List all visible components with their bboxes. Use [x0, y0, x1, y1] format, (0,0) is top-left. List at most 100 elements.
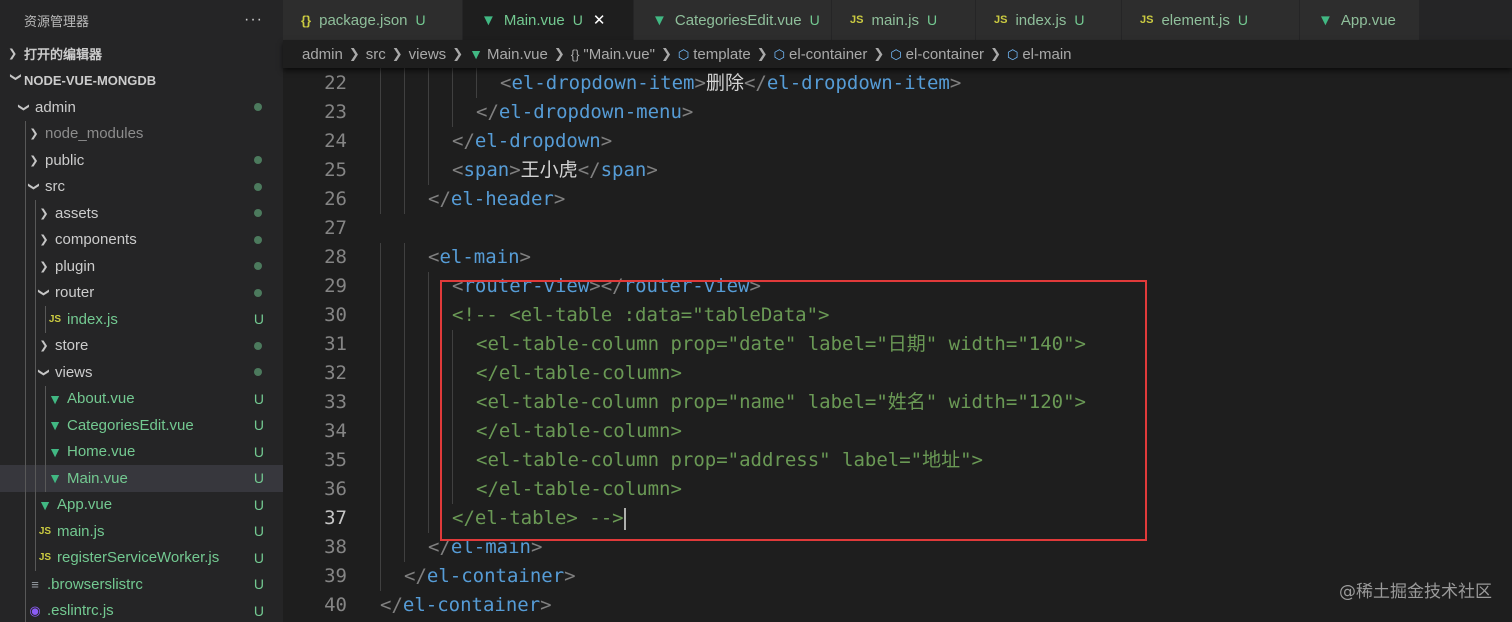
json-file-icon: {}: [301, 12, 312, 28]
js-file-icon: JS: [850, 14, 864, 26]
line-number: 38: [324, 536, 347, 558]
tab-label: element.js: [1161, 11, 1230, 29]
indent-guide: [380, 330, 381, 359]
breadcrumb-item[interactable]: ⬡ el-container: [774, 46, 868, 63]
indent-guide: [25, 438, 26, 465]
tab-app-vue[interactable]: ▼ App.vue: [1300, 0, 1420, 40]
code-token: >: [519, 246, 531, 268]
annotation-box: [440, 280, 1147, 541]
open-editors-section[interactable]: ❯ 打开的编辑器: [0, 40, 283, 67]
code-line: 28 <el-main>: [283, 243, 1512, 272]
breadcrumb-item[interactable]: ⬡ el-container: [890, 46, 984, 63]
symbol-icon: ⬡: [1006, 46, 1019, 62]
breadcrumb-item[interactable]: views: [409, 46, 447, 63]
symbol-icon: ⬡: [677, 46, 690, 62]
tab-element-js[interactable]: JS element.js U: [1122, 0, 1300, 40]
breadcrumb-item[interactable]: admin: [302, 46, 343, 63]
breadcrumb-item[interactable]: ⬡ el-main: [1007, 46, 1072, 63]
modified-dot: [254, 262, 262, 271]
tree-folder[interactable]: ❯ store: [0, 332, 283, 359]
code-token: span: [600, 159, 647, 181]
modified-dot: [254, 103, 262, 112]
code-line: 40 </el-container>: [283, 591, 1512, 620]
untracked-badge: U: [253, 311, 264, 328]
close-icon[interactable]: ✕: [593, 11, 606, 29]
indent-guide: [25, 332, 26, 359]
code-token: <: [452, 159, 464, 181]
breadcrumb-item[interactable]: src: [366, 46, 386, 63]
line-number: 34: [324, 420, 347, 442]
indent-guide: [35, 332, 36, 359]
tree-file[interactable]: JS index.js U: [0, 306, 283, 333]
breadcrumb-item[interactable]: {} "Main.vue": [571, 46, 655, 63]
tree-file[interactable]: JS registerServiceWorker.js U: [0, 544, 283, 571]
tab-index-js[interactable]: JS index.js U: [976, 0, 1122, 40]
project-section[interactable]: ❯ NODE-VUE-MONGDB: [0, 67, 283, 94]
js-file-icon: JS: [1140, 14, 1154, 26]
indent-guide: [404, 359, 405, 388]
tab-package-json[interactable]: {} package.json U: [283, 0, 463, 40]
vue-file-icon: ▼: [481, 11, 496, 29]
breadcrumb-item[interactable]: ⬡ template: [678, 46, 751, 63]
indent-guide: [428, 272, 429, 301]
tree-folder[interactable]: ❯ public: [0, 147, 283, 174]
tree-file[interactable]: ▼ CategoriesEdit.vue U: [0, 412, 283, 439]
indent-guide: [35, 200, 36, 227]
indent-guide: [45, 438, 46, 465]
tree-file[interactable]: ≡ .browserslistrc U: [0, 571, 283, 598]
modified-dot: [254, 182, 262, 191]
modified-dot: [254, 341, 262, 350]
indent-guide: [452, 69, 453, 98]
untracked-badge: U: [253, 576, 264, 593]
chevron-right-icon: ❯: [452, 46, 464, 61]
code-editor[interactable]: 21<el-dropdown-item>新增</el-dropdown-item…: [283, 49, 1512, 622]
tree-item-label: index.js: [67, 310, 118, 328]
code-token: el-dropdown: [474, 130, 601, 152]
indent-guide: [428, 359, 429, 388]
breadcrumb-label: Main.vue: [486, 45, 548, 63]
tree-folder[interactable]: ❯ components: [0, 226, 283, 253]
tree-item-label: .eslintrc.js: [47, 602, 114, 620]
tree-folder[interactable]: ❯ assets: [0, 200, 283, 227]
tree-item-label: App.vue: [57, 496, 113, 514]
tree-folder[interactable]: ❯ views: [0, 359, 283, 386]
indent-guide: [404, 272, 405, 301]
watermark: @稀土掘金技术社区: [1339, 582, 1492, 602]
tree-folder[interactable]: ❯ admin: [0, 94, 283, 121]
line-number: 23: [324, 101, 347, 123]
indent-guide: [35, 518, 36, 545]
line-number: 29: [324, 275, 347, 297]
tab-categoriesedit-vue[interactable]: ▼ CategoriesEdit.vue U: [634, 0, 832, 40]
more-actions-icon[interactable]: ···: [244, 11, 263, 29]
tab-label: index.js: [1015, 11, 1067, 29]
tab-main-vue[interactable]: ▼ Main.vue U ✕: [463, 0, 634, 40]
breadcrumb-item[interactable]: ▼ Main.vue: [469, 46, 548, 63]
code-token: >: [646, 159, 658, 181]
tree-item-label: CategoriesEdit.vue: [67, 416, 194, 434]
tree-folder[interactable]: ❯ plugin: [0, 253, 283, 280]
tree-file[interactable]: ▼ Home.vue U: [0, 438, 283, 465]
indent-guide: [380, 185, 381, 214]
indent-guide: [380, 446, 381, 475]
untracked-badge: U: [253, 549, 264, 566]
tree-folder[interactable]: ❯ src: [0, 173, 283, 200]
tree-file[interactable]: JS main.js U: [0, 518, 283, 545]
indent-guide: [428, 156, 429, 185]
chevron-down-icon: ❯: [37, 288, 50, 298]
line-number: 36: [324, 478, 347, 500]
tree-file[interactable]: ◉ .eslintrc.js U: [0, 597, 283, 622]
code-text: <el-dropdown-item>删除</el-dropdown-item>: [500, 69, 961, 98]
tree-file[interactable]: ▼ Main.vue U: [0, 465, 283, 492]
tree-folder[interactable]: ❯ router: [0, 279, 283, 306]
modified-dot: [254, 368, 262, 377]
symbol-icon: ⬡: [890, 46, 902, 62]
tab-label: CategoriesEdit.vue: [674, 11, 802, 29]
js-file-icon: JS: [994, 14, 1008, 26]
tree-file[interactable]: ▼ About.vue U: [0, 385, 283, 412]
explorer-header: 资源管理器 ···: [0, 0, 283, 40]
tree-file[interactable]: ▼ App.vue U: [0, 491, 283, 518]
code-token: </: [476, 101, 499, 123]
vue-file-icon: ▼: [48, 443, 62, 460]
tree-folder[interactable]: ❯ node_modules: [0, 120, 283, 147]
tab-main-js[interactable]: JS main.js U: [832, 0, 976, 40]
